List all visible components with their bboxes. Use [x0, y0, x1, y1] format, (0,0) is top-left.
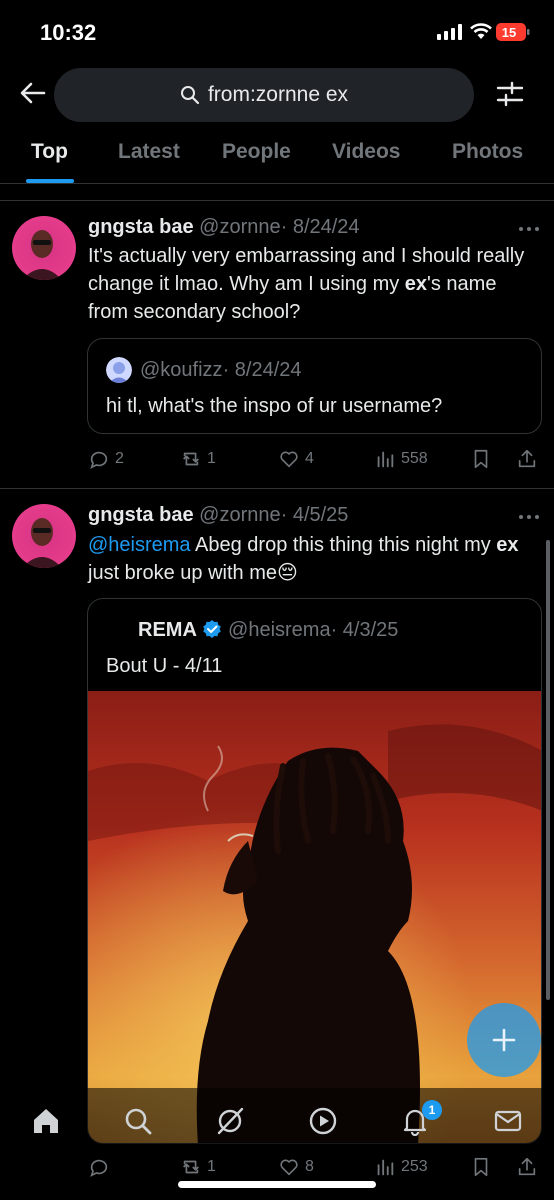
- back-arrow-icon[interactable]: [18, 78, 48, 108]
- retweet-button[interactable]: 1: [180, 1156, 216, 1178]
- grok-icon[interactable]: [215, 1106, 245, 1136]
- display-name[interactable]: gngsta bae: [88, 504, 194, 526]
- tweet-header: gngsta bae @zornne· 8/24/24: [88, 216, 360, 239]
- views-button[interactable]: 558: [374, 448, 428, 470]
- scrollbar[interactable]: [546, 540, 550, 1000]
- search-tabs: Top Latest People Videos Photos: [0, 126, 554, 184]
- status-time: 10:32: [40, 20, 97, 45]
- search-input[interactable]: from:zornne ex: [54, 68, 474, 122]
- active-tab-indicator: [26, 179, 74, 183]
- tweet-text-part: Abeg drop this thing this night my: [190, 534, 497, 556]
- quoted-media-image[interactable]: [88, 691, 542, 1144]
- quoted-header: @koufizz· 8/24/24: [140, 359, 302, 382]
- views-button[interactable]: 253: [374, 1156, 428, 1178]
- tweet-date: · 4/5/25: [280, 504, 349, 526]
- quoted-tweet[interactable]: @koufizz· 8/24/24 hi tl, what's the insp…: [87, 338, 542, 434]
- home-icon[interactable]: [31, 1106, 61, 1136]
- quoted-text: Bout U - 4/11: [106, 655, 223, 677]
- view-count: 558: [401, 450, 428, 467]
- reply-icon: [90, 451, 108, 469]
- bottom-navigation: [0, 1088, 554, 1158]
- bookmark-icon[interactable]: [470, 448, 492, 470]
- tweet-date: · 8/24/24: [280, 216, 360, 238]
- tab-videos[interactable]: Videos: [332, 140, 400, 164]
- tweet-header: gngsta bae @zornne· 4/5/25: [88, 504, 348, 527]
- tweet-text: It's actually very embarrassing and I sh…: [88, 242, 538, 326]
- tab-people[interactable]: People: [222, 140, 291, 164]
- compose-button[interactable]: [467, 1003, 541, 1077]
- search-icon[interactable]: [123, 1106, 153, 1136]
- retweet-icon: [183, 452, 199, 466]
- mention-link[interactable]: @heisrema: [88, 534, 191, 556]
- quoted-date: · 4/3/25: [330, 619, 399, 641]
- search-header: from:zornne ex: [0, 62, 554, 126]
- bookmark-icon[interactable]: [470, 1156, 492, 1178]
- verified-badge-icon: [203, 620, 222, 638]
- reply-icon: [90, 1159, 108, 1177]
- tweet-text-part: just broke up with me😔: [88, 562, 298, 584]
- username[interactable]: @zornne: [199, 504, 280, 526]
- tab-top[interactable]: Top: [31, 140, 68, 164]
- view-count: 253: [401, 1158, 428, 1175]
- reply-button[interactable]: [88, 1156, 115, 1178]
- heart-icon: [280, 451, 298, 468]
- tab-latest[interactable]: Latest: [118, 140, 180, 164]
- video-play-icon[interactable]: [308, 1106, 338, 1136]
- like-count: 4: [305, 450, 314, 467]
- like-button[interactable]: 8: [278, 1156, 314, 1178]
- battery-level: 15: [502, 25, 516, 40]
- messages-mail-icon[interactable]: [493, 1106, 523, 1136]
- quoted-display-name: REMA: [138, 619, 197, 641]
- username[interactable]: @zornne: [199, 216, 280, 238]
- avatar[interactable]: [12, 216, 76, 280]
- divider: [0, 488, 554, 489]
- share-icon[interactable]: [516, 448, 538, 470]
- quoted-text: hi tl, what's the inspo of ur username?: [106, 395, 443, 417]
- quoted-avatar: [106, 357, 132, 383]
- quoted-username: @heisrema: [228, 619, 331, 641]
- tweet-actions: 1 8 253: [88, 1156, 540, 1182]
- search-query: from:zornne ex: [207, 83, 349, 106]
- heart-icon: [280, 1159, 298, 1176]
- quoted-header: REMA @heisrema· 4/3/25: [138, 619, 398, 642]
- reply-count: 2: [115, 450, 124, 467]
- plus-icon: [492, 1028, 516, 1052]
- retweet-button[interactable]: 1: [180, 448, 216, 470]
- analytics-icon: [377, 451, 394, 468]
- retweet-count: 1: [207, 1158, 216, 1175]
- display-name[interactable]: gngsta bae: [88, 216, 194, 238]
- retweet-icon: [183, 1160, 199, 1174]
- cellular-signal-icon: [437, 24, 462, 40]
- tweet-actions: 2 1 4 558: [88, 448, 540, 474]
- quoted-username: @koufizz: [140, 359, 223, 381]
- analytics-icon: [377, 1159, 394, 1176]
- highlighted-term: ex: [404, 273, 428, 295]
- home-indicator[interactable]: [178, 1181, 376, 1188]
- like-button[interactable]: 4: [278, 448, 314, 470]
- notifications-badge: 1: [422, 1100, 442, 1120]
- more-options-icon[interactable]: [518, 226, 540, 232]
- highlighted-term: ex: [496, 534, 519, 556]
- share-icon[interactable]: [516, 1156, 538, 1178]
- retweet-count: 1: [207, 450, 216, 467]
- tab-photos[interactable]: Photos: [452, 140, 523, 164]
- quoted-date: · 8/24/24: [222, 359, 302, 381]
- search-icon: [180, 86, 200, 105]
- wifi-icon: [470, 23, 492, 39]
- tweet-text: @heisrema Abeg drop this thing this nigh…: [88, 531, 538, 587]
- reply-button[interactable]: 2: [88, 448, 124, 470]
- avatar[interactable]: [12, 504, 76, 568]
- more-options-icon[interactable]: [518, 514, 540, 520]
- like-count: 8: [305, 1158, 314, 1175]
- status-bar: 10:32 15: [0, 0, 554, 62]
- filter-settings-icon[interactable]: [494, 78, 526, 110]
- divider: [0, 200, 554, 201]
- battery-icon: 15: [496, 23, 530, 41]
